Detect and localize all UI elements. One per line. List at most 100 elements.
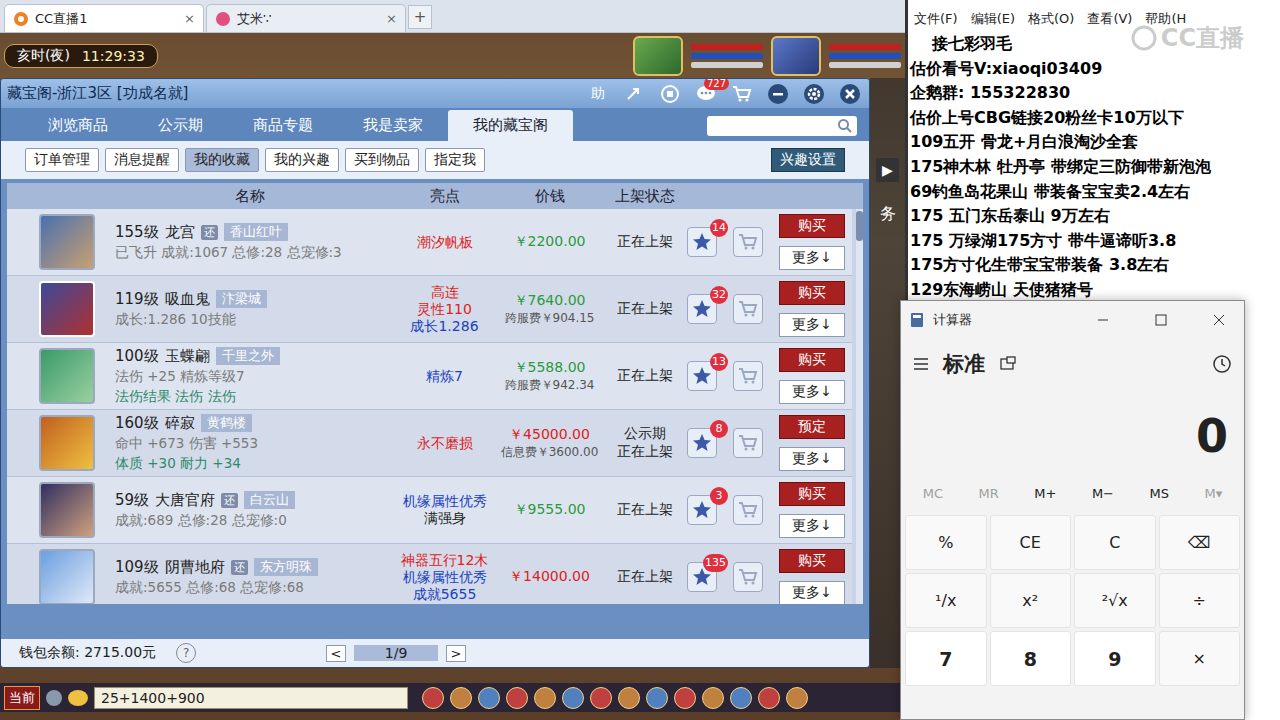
scrollbar[interactable] bbox=[856, 209, 863, 604]
toolbar-icon[interactable] bbox=[730, 687, 752, 709]
notepad-text[interactable]: 接七彩羽毛估价看号V:xiaoqi03409企鹅群: 155322830估价上号… bbox=[908, 32, 1280, 303]
browser-tab[interactable]: 艾米∵× bbox=[206, 4, 406, 32]
add-to-cart-button[interactable] bbox=[733, 294, 763, 324]
more-button[interactable]: 更多↓ bbox=[779, 514, 845, 538]
calculator-key[interactable]: CE bbox=[990, 515, 1072, 570]
add-to-cart-button[interactable] bbox=[733, 495, 763, 525]
share-button[interactable] bbox=[621, 83, 647, 105]
calculator-key[interactable]: 8 bbox=[990, 631, 1072, 686]
settings-button[interactable] bbox=[801, 83, 827, 105]
toolbar-icon[interactable] bbox=[534, 687, 556, 709]
cbg-tab[interactable]: 我是卖家 bbox=[338, 110, 448, 141]
search-field[interactable] bbox=[707, 116, 857, 136]
more-button[interactable]: 更多↓ bbox=[779, 447, 845, 471]
expand-button[interactable]: ▶ bbox=[876, 158, 899, 182]
calculator-key[interactable]: 9 bbox=[1074, 631, 1156, 686]
buy-button[interactable]: 购买 bbox=[779, 348, 845, 372]
calculator-key[interactable]: x² bbox=[990, 573, 1072, 628]
table-row[interactable]: 100级玉蝶翩千里之外法伤 +25 精炼等级7法伤结果 法伤 法伤精炼7￥558… bbox=[7, 343, 852, 410]
table-row[interactable]: 59级大唐官府还白云山成就:689 总修:28 总宠修:0机缘属性优秀满强身￥9… bbox=[7, 477, 852, 544]
filter-button[interactable]: 指定我 bbox=[425, 148, 485, 172]
cbg-tab[interactable]: 公示期 bbox=[133, 110, 228, 141]
menu-icon[interactable] bbox=[913, 357, 929, 371]
microphone-icon[interactable] bbox=[46, 690, 62, 706]
browser-tab[interactable]: CC直播1× bbox=[4, 4, 204, 32]
memory-button[interactable]: M− bbox=[1092, 486, 1114, 501]
more-button[interactable]: 更多↓ bbox=[779, 581, 845, 604]
buy-button[interactable]: 购买 bbox=[779, 549, 845, 573]
chat-input[interactable]: 25+1400+900 bbox=[94, 687, 408, 709]
more-button[interactable]: 更多↓ bbox=[779, 313, 845, 337]
close-button[interactable] bbox=[837, 83, 863, 105]
help-button[interactable]: 助 bbox=[585, 83, 611, 105]
help-icon[interactable]: ? bbox=[176, 643, 196, 663]
filter-button[interactable]: 买到物品 bbox=[345, 148, 419, 172]
favorite-button[interactable]: 135 bbox=[687, 562, 717, 592]
table-row[interactable]: 155级龙宫还香山红叶已飞升 成就:1067 总修:28 总宠修:3潮汐帆板￥2… bbox=[7, 209, 852, 276]
cart-button[interactable] bbox=[729, 83, 755, 105]
new-tab-button[interactable]: + bbox=[408, 5, 432, 29]
history-icon[interactable] bbox=[1212, 354, 1232, 374]
minimize-button[interactable] bbox=[1078, 301, 1128, 339]
toolbar-icon[interactable] bbox=[646, 687, 668, 709]
more-button[interactable]: 更多↓ bbox=[779, 380, 845, 404]
table-row[interactable]: 119级吸血鬼汴梁城成长:1.286 10技能高连灵性110成长1.286￥76… bbox=[7, 276, 852, 343]
calculator-key[interactable]: ¹/x bbox=[905, 573, 987, 628]
interest-settings-button[interactable]: 兴趣设置 bbox=[771, 148, 845, 172]
pet-portrait[interactable] bbox=[633, 36, 683, 76]
prev-page-button[interactable]: < bbox=[326, 645, 346, 662]
close-tab-button[interactable]: × bbox=[386, 11, 397, 26]
table-row[interactable]: 109级阴曹地府还东方明珠成就:5655 总修:68 总宠修:68神器五行12木… bbox=[7, 544, 852, 604]
menu-item[interactable]: 编辑(E) bbox=[971, 10, 1015, 32]
buy-button[interactable]: 购买 bbox=[779, 482, 845, 506]
filter-button[interactable]: 我的兴趣 bbox=[265, 148, 339, 172]
keep-on-top-icon[interactable] bbox=[999, 356, 1017, 372]
item-avatar-icon[interactable] bbox=[39, 281, 95, 337]
scroll-thumb[interactable] bbox=[856, 211, 863, 241]
messages-button[interactable]: 727 bbox=[693, 83, 719, 105]
add-to-cart-button[interactable] bbox=[733, 562, 763, 592]
toolbar-icon[interactable] bbox=[478, 687, 500, 709]
filter-button[interactable]: 消息提醒 bbox=[105, 148, 179, 172]
calculator-key[interactable]: ²√x bbox=[1074, 573, 1156, 628]
calculator-key[interactable]: × bbox=[1159, 631, 1241, 686]
filter-button[interactable]: 订单管理 bbox=[25, 148, 99, 172]
stop-button[interactable] bbox=[657, 83, 683, 105]
task-label[interactable]: 务 bbox=[880, 204, 896, 225]
buy-button[interactable]: 预定 bbox=[779, 415, 845, 439]
search-icon[interactable] bbox=[837, 118, 853, 134]
calculator-key[interactable]: ⌫ bbox=[1159, 515, 1241, 570]
toolbar-icon[interactable] bbox=[618, 687, 640, 709]
close-tab-button[interactable]: × bbox=[184, 11, 195, 26]
calculator-key[interactable]: % bbox=[905, 515, 987, 570]
toolbar-icon[interactable] bbox=[562, 687, 584, 709]
calculator-key[interactable]: ÷ bbox=[1159, 573, 1241, 628]
chat-channel[interactable]: 当前 bbox=[4, 686, 40, 710]
add-to-cart-button[interactable] bbox=[733, 227, 763, 257]
maximize-button[interactable] bbox=[1136, 301, 1186, 339]
menu-item[interactable]: 格式(O) bbox=[1028, 10, 1074, 32]
memory-button[interactable]: MS bbox=[1150, 486, 1169, 501]
toolbar-icon[interactable] bbox=[506, 687, 528, 709]
toolbar-icon[interactable] bbox=[758, 687, 780, 709]
calculator-key[interactable]: C bbox=[1074, 515, 1156, 570]
calculator-key[interactable]: 7 bbox=[905, 631, 987, 686]
item-avatar-icon[interactable] bbox=[39, 415, 95, 471]
more-button[interactable]: 更多↓ bbox=[779, 246, 845, 270]
minimize-button[interactable] bbox=[765, 83, 791, 105]
buy-button[interactable]: 购买 bbox=[779, 214, 845, 238]
cbg-tab[interactable]: 商品专题 bbox=[228, 110, 338, 141]
toolbar-icon[interactable] bbox=[674, 687, 696, 709]
next-page-button[interactable]: > bbox=[446, 645, 466, 662]
favorite-button[interactable]: 3 bbox=[687, 495, 717, 525]
close-button[interactable] bbox=[1194, 301, 1244, 339]
toolbar-icon[interactable] bbox=[702, 687, 724, 709]
menu-item[interactable]: 帮助(H bbox=[1145, 10, 1186, 32]
add-to-cart-button[interactable] bbox=[733, 361, 763, 391]
filter-button[interactable]: 我的收藏 bbox=[185, 148, 259, 172]
menu-item[interactable]: 查看(V) bbox=[1087, 10, 1132, 32]
emote-icon[interactable] bbox=[68, 690, 88, 706]
memory-button[interactable]: M+ bbox=[1034, 486, 1056, 501]
item-avatar-icon[interactable] bbox=[39, 214, 95, 270]
item-avatar-icon[interactable] bbox=[39, 348, 95, 404]
